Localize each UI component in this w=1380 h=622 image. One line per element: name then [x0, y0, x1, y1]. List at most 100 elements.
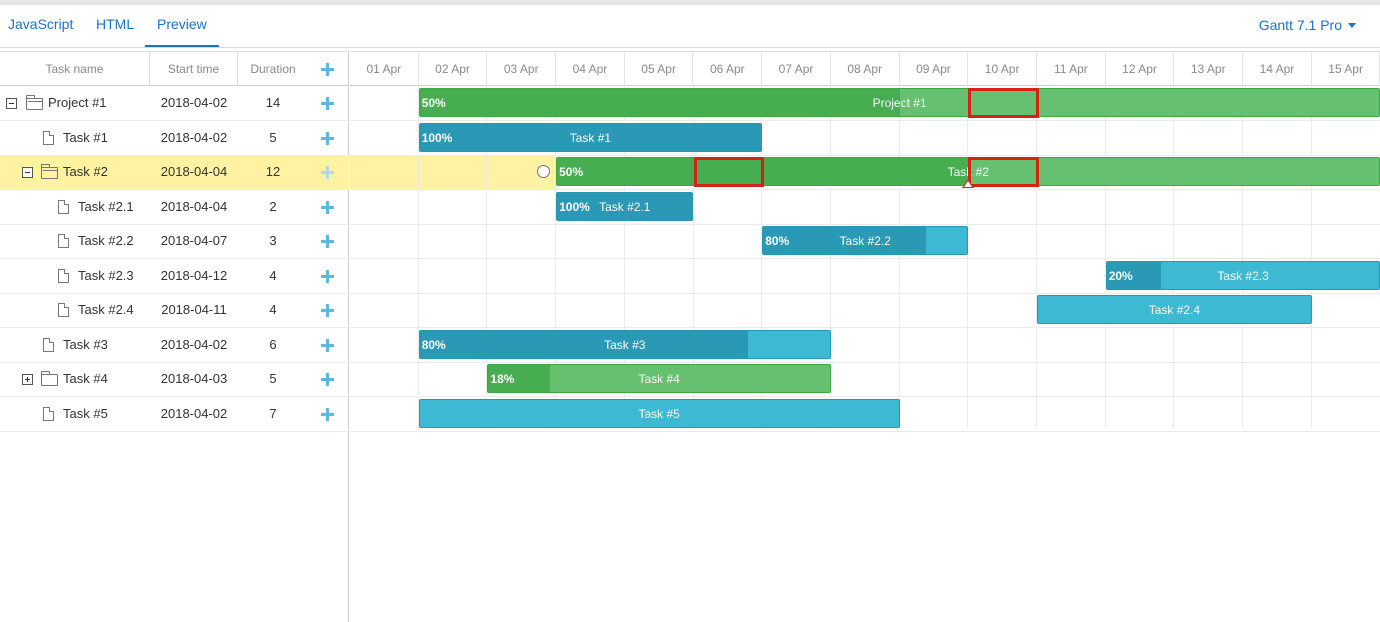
expand-icon[interactable] [22, 374, 33, 385]
grid-row[interactable]: Task #2.4 2018-04-11 4 [0, 293, 349, 328]
add-subtask-icon[interactable] [321, 304, 334, 317]
tab-preview[interactable]: Preview [145, 5, 219, 47]
scale-day: 02 Apr [419, 52, 488, 86]
column-header-start-time[interactable]: Start time [150, 52, 238, 86]
add-subtask-icon[interactable] [321, 338, 334, 352]
grid-line [1310, 86, 1312, 429]
gantt-bar[interactable]: Project #1 50% [418, 88, 1380, 117]
bar-label: Task #5 [638, 406, 680, 421]
grid-row[interactable]: Task #2.3 2018-04-12 4 [0, 259, 349, 294]
folder-icon [41, 371, 58, 386]
task-start-time: 2018-04-02 [160, 336, 228, 352]
grid-row[interactable]: Project #1 2018-04-02 14 [0, 86, 349, 121]
bar-progress-text: 80% [421, 337, 446, 352]
gantt-bar[interactable]: Task #1 100% [418, 122, 763, 152]
file-icon [58, 234, 69, 248]
task-start-time: 2018-04-02 [160, 405, 228, 421]
task-duration: 6 [269, 336, 277, 352]
scale-day: 11 Apr [1037, 52, 1106, 86]
task-start-time: 2018-04-11 [161, 302, 227, 317]
link-handle-icon[interactable] [537, 165, 551, 178]
grid-row[interactable]: Task #2 2018-04-04 12 [0, 155, 349, 190]
tab-javascript[interactable]: JavaScript [8, 5, 73, 47]
task-grid: Task name Start time Duration Project #1… [0, 51, 349, 622]
column-header-duration[interactable]: Duration [238, 52, 308, 86]
task-start-time: 2018-04-07 [160, 233, 228, 248]
scale-day: 04 Apr [556, 52, 625, 86]
add-subtask-icon[interactable] [321, 131, 334, 145]
task-duration: 5 [269, 129, 277, 145]
grid-line [1173, 86, 1175, 429]
gantt-bar[interactable]: Task #2.4 [1037, 295, 1312, 324]
file-icon [58, 199, 69, 214]
gantt-bar[interactable]: Task #4 18% [487, 364, 831, 393]
bar-label: Task #2.3 [1217, 268, 1269, 283]
add-subtask-icon[interactable] [321, 97, 334, 110]
collapse-icon[interactable] [22, 167, 33, 178]
edition-dropdown[interactable]: Gantt 7.1 Pro [1259, 5, 1356, 47]
add-subtask-icon[interactable] [321, 166, 334, 179]
bar-progress-text: 18% [490, 372, 515, 386]
task-name: Task #5 [63, 405, 108, 421]
add-subtask-icon[interactable] [321, 407, 334, 421]
bar-progress-text: 20% [1108, 268, 1133, 283]
top-tab-bar: JavaScript HTML Preview Gantt 7.1 Pro [0, 0, 1380, 48]
grid-row[interactable]: Task #2.2 2018-04-07 3 [0, 224, 349, 259]
task-name: Task #1 [63, 129, 108, 145]
task-duration: 5 [269, 371, 277, 386]
gantt-bar[interactable]: Task #2.3 20% [1105, 260, 1380, 290]
add-subtask-icon[interactable] [321, 373, 334, 386]
grid-row[interactable]: Task #1 2018-04-02 5 [0, 121, 349, 156]
edition-label: Gantt 7.1 Pro [1258, 17, 1342, 33]
progress-drag-icon[interactable] [962, 179, 975, 188]
task-start-time: 2018-04-02 [160, 129, 228, 145]
scale-day: 14 Apr [1243, 52, 1312, 86]
tab-html[interactable]: HTML [96, 5, 134, 47]
task-name: Task #2.1 [78, 198, 134, 214]
task-start-time: 2018-04-02 [160, 95, 228, 110]
grid-row[interactable]: Task #3 2018-04-02 6 [0, 328, 349, 363]
task-duration: 7 [269, 405, 277, 421]
grid-row[interactable]: Task #2.1 2018-04-04 2 [0, 190, 349, 225]
gantt-timeline: 01 Apr 02 Apr 03 Apr 04 Apr 05 Apr 06 Apr 07 A… [350, 51, 1380, 622]
bar-progress-text: 100% [559, 199, 590, 214]
scale-day: 09 Apr [900, 52, 969, 86]
scale-day: 01 Apr [350, 52, 419, 86]
selected-row-highlight [350, 155, 557, 189]
add-task-header-icon[interactable] [321, 63, 334, 76]
grid-line [1104, 86, 1106, 429]
scale-day: 13 Apr [1174, 52, 1244, 86]
task-name: Task #2 [63, 164, 108, 179]
bar-label: Project #1 [872, 96, 927, 110]
grid-row[interactable]: Task #4 2018-04-03 5 [0, 362, 349, 397]
timeline-body: Project #1 50% Task #1 100% Task #2 50% Task #… [350, 86, 1380, 622]
bar-label: Task #4 [638, 372, 680, 386]
add-subtask-icon[interactable] [321, 269, 334, 283]
scale-day: 06 Apr [694, 52, 763, 86]
scale-day: 08 Apr [831, 52, 900, 86]
task-start-time: 2018-04-04 [160, 198, 228, 214]
timeline-row [350, 190, 1380, 225]
gantt-bar[interactable]: Task #3 80% [418, 329, 831, 359]
task-name: Task #3 [63, 336, 108, 352]
gantt-bar[interactable]: Task #5 [418, 398, 900, 428]
grid-header: Task name Start time Duration [0, 51, 349, 86]
add-subtask-icon[interactable] [321, 200, 334, 214]
file-icon [58, 303, 69, 317]
collapse-icon[interactable] [6, 98, 17, 109]
task-name: Task #2.2 [78, 233, 134, 248]
gantt-bar[interactable]: Task #2.1 100% [556, 191, 694, 221]
task-name: Project #1 [48, 95, 107, 110]
task-duration: 14 [265, 95, 281, 110]
grid-row[interactable]: Task #5 2018-04-02 7 [0, 397, 349, 432]
add-subtask-icon[interactable] [321, 235, 334, 248]
scale-day: 03 Apr [487, 52, 557, 86]
gantt-bar[interactable]: Task #2.2 80% [762, 226, 969, 255]
task-duration: 2 [269, 198, 277, 214]
file-icon [43, 130, 54, 145]
grid-line [967, 86, 969, 429]
column-header-task-name[interactable]: Task name [0, 52, 150, 86]
task-start-time: 2018-04-04 [160, 164, 228, 179]
task-duration: 4 [269, 302, 277, 317]
bar-label: Task #2.2 [839, 234, 891, 248]
